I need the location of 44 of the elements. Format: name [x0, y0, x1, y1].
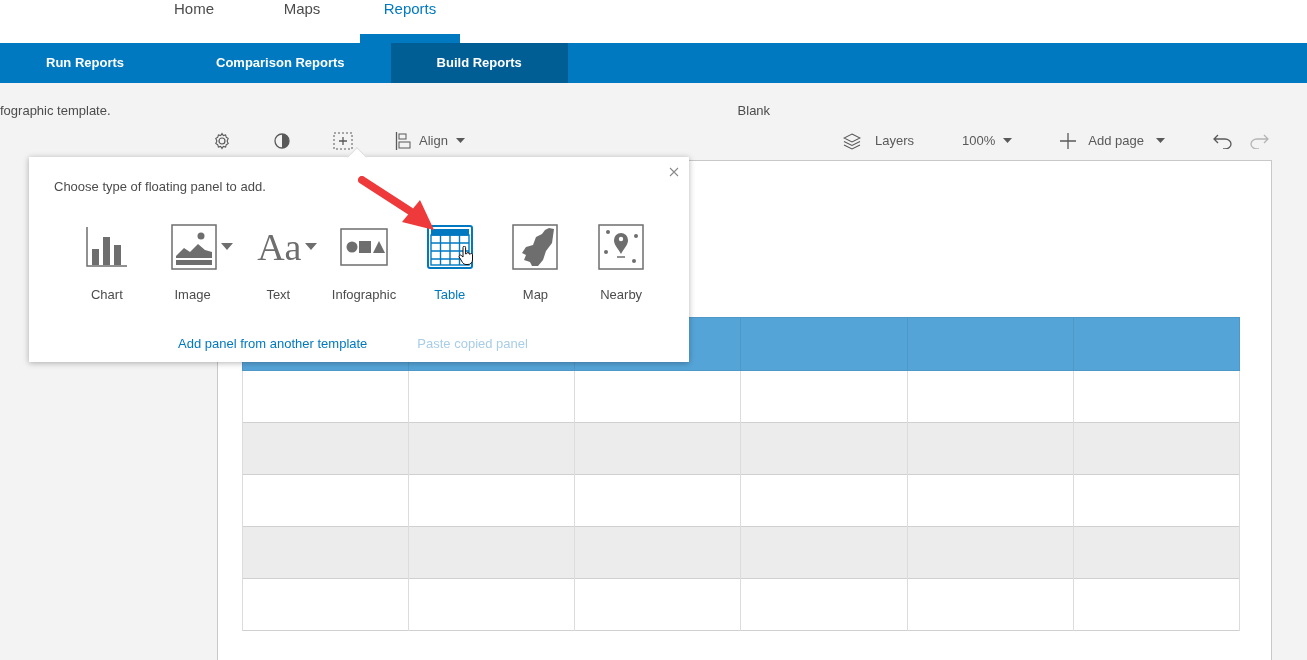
undo-icon [1213, 132, 1233, 149]
image-icon [170, 223, 217, 270]
panel-type-button[interactable]: Image [149, 222, 236, 304]
undo-button[interactable] [1213, 132, 1233, 149]
bar-chart-icon [85, 226, 128, 267]
close-button[interactable] [669, 167, 679, 177]
template-name: Blank [737, 101, 771, 120]
panel-type-button[interactable]: Nearby [578, 222, 665, 304]
add-panel-icon [333, 131, 353, 150]
popup-title: Choose type of floating panel to add. [54, 178, 267, 196]
layers-button[interactable]: Layers [843, 130, 915, 151]
align-icon [395, 131, 411, 150]
panel-type-button[interactable]: Chart [64, 222, 150, 304]
add-page-button[interactable]: Add page [1060, 130, 1165, 151]
close-icon [669, 167, 679, 177]
contrast-icon [273, 131, 291, 150]
panel-type-button[interactable]: Map [492, 222, 579, 304]
caret-icon [1156, 138, 1165, 143]
hand-cursor-icon [458, 246, 474, 266]
contrast-button[interactable] [273, 131, 291, 150]
sub-nav-tab[interactable]: Comparison Reports [170, 43, 391, 83]
caret-icon [1003, 138, 1013, 143]
zoom-dropdown[interactable]: 100% [962, 130, 1013, 151]
caret-icon [455, 138, 465, 143]
redo-icon [1249, 132, 1269, 149]
settings-icon [213, 131, 231, 150]
sub-nav-tab[interactable]: Run Reports [0, 43, 170, 83]
description-text: fographic template. [0, 101, 111, 120]
text-glyph-icon: Aa [257, 227, 302, 266]
align-button[interactable]: Align [395, 130, 465, 151]
nav-tab[interactable]: Maps [252, 0, 352, 43]
shapes-icon [340, 227, 388, 266]
plus-icon [1060, 132, 1077, 149]
sub-nav-tab[interactable]: Build Reports [390, 43, 568, 83]
map-icon [512, 223, 559, 270]
layers-icon [843, 131, 862, 150]
add-panel-button[interactable] [333, 131, 353, 150]
nav-tab[interactable]: Home [144, 0, 244, 43]
settings-button[interactable] [213, 131, 231, 150]
panel-link[interactable]: Add panel from another template [178, 334, 368, 354]
panel-type-button[interactable]: Aa Text [235, 222, 322, 304]
location-pin-icon [598, 223, 645, 270]
table-icon [426, 224, 473, 269]
panel-type-button[interactable]: Infographic [321, 222, 407, 304]
